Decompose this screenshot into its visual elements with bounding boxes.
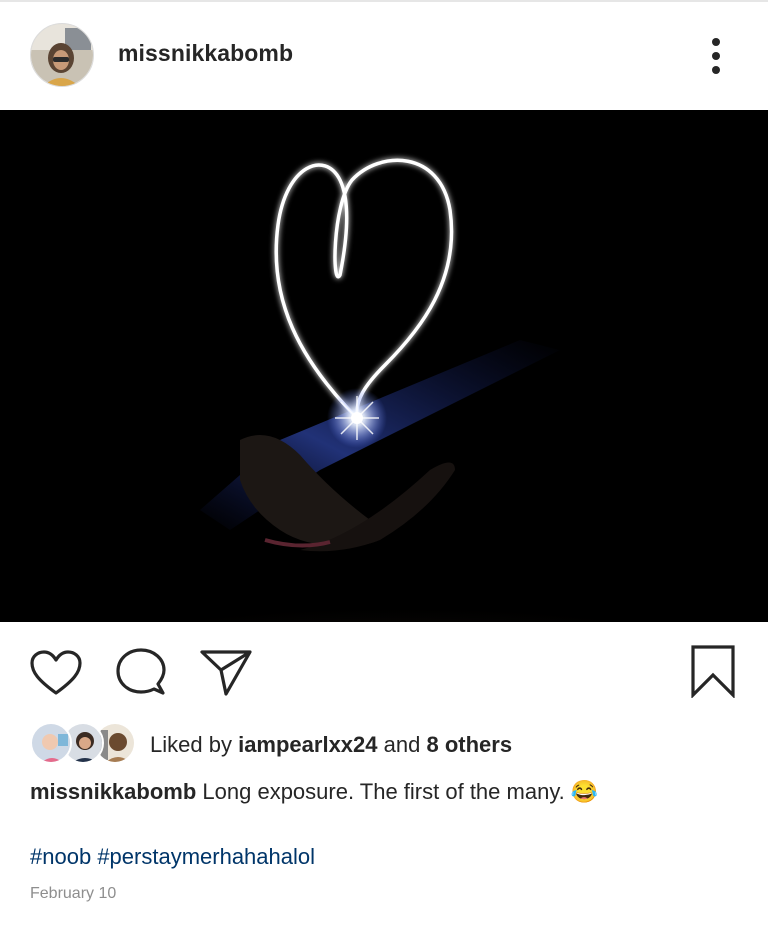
hashtag-link[interactable]: #perstaymerhahahalol [97,844,315,869]
more-vertical-icon [702,38,730,80]
caption: missnikkabomb Long exposure. The first o… [30,779,598,805]
comment-icon [116,648,166,700]
likes-text: Liked by iampearlxx24 and 8 others [150,732,512,758]
heart-icon [30,650,82,700]
like-button[interactable] [30,650,82,701]
send-icon [200,650,252,700]
likes-prefix: Liked by [150,732,232,757]
comment-button[interactable] [116,648,166,701]
post-actions [0,622,768,718]
post-header: missnikkabomb [0,2,768,108]
liker-username[interactable]: iampearlxx24 [238,732,377,757]
bookmark-icon [690,645,736,702]
post-username[interactable]: missnikkabomb [118,40,293,67]
caption-username[interactable]: missnikkabomb [30,779,196,804]
hashtags: #noob #perstaymerhahahalol [30,844,315,870]
avatar[interactable] [30,23,94,87]
share-button[interactable] [200,648,252,701]
post-date: February 10 [30,885,117,902]
likes-and: and [383,732,421,757]
likes-others-link[interactable]: 8 others [426,732,512,757]
caption-text: Long exposure. The first of the many. [202,779,565,804]
post-image[interactable] [0,110,768,622]
hashtag-link[interactable]: #noob [30,844,91,869]
more-options-button[interactable] [702,36,730,76]
caption-emoji: 😂 [570,779,599,804]
save-button[interactable] [690,644,736,703]
liker-avatar [30,722,72,764]
likes-summary[interactable]: Liked by iampearlxx24 and 8 others [30,722,730,766]
